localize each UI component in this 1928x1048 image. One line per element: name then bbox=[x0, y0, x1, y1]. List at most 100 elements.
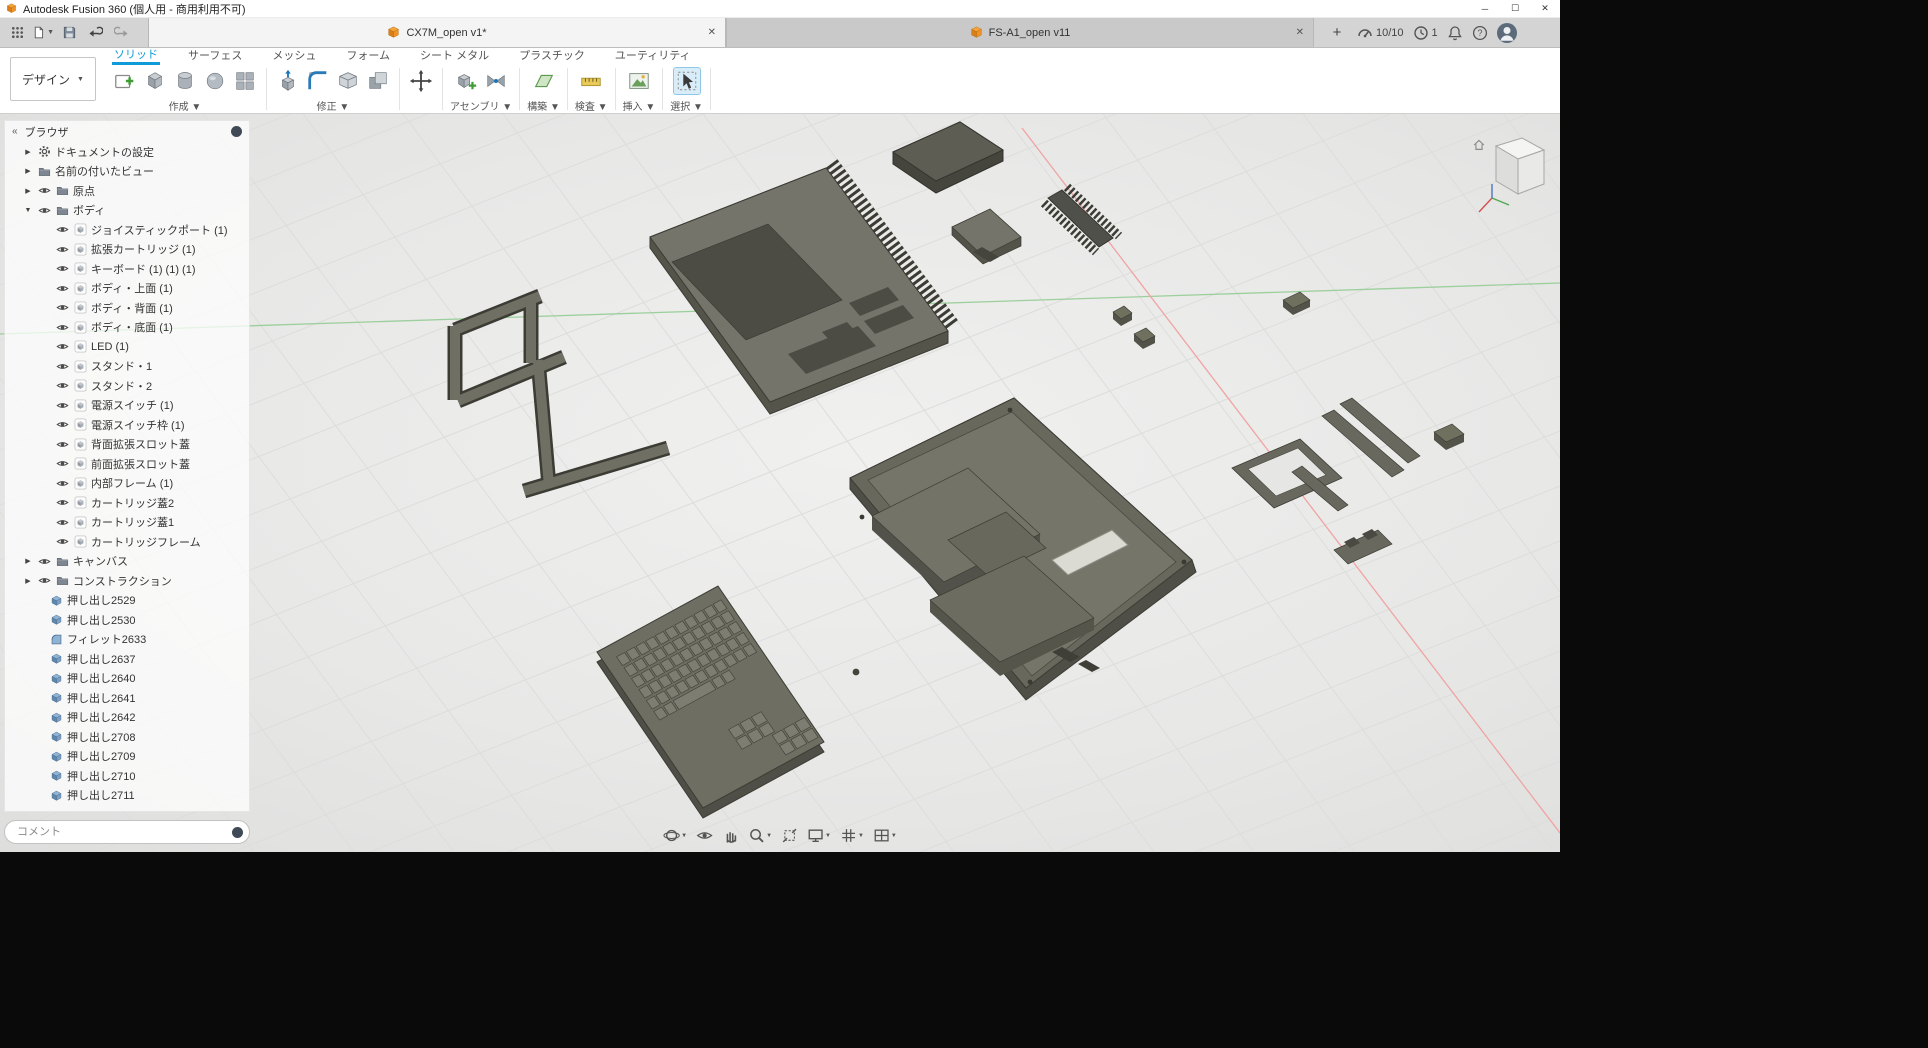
create-sketch-icon[interactable] bbox=[111, 67, 139, 95]
ribbon-tab[interactable]: ソリッド bbox=[112, 46, 160, 65]
fillet-icon[interactable] bbox=[304, 67, 332, 95]
primitive-box-icon[interactable] bbox=[141, 67, 169, 95]
feature-item[interactable]: 押し出し2710 bbox=[5, 766, 249, 786]
feature-item[interactable]: 押し出し2637 bbox=[5, 649, 249, 669]
construction-plane-icon[interactable] bbox=[530, 67, 558, 95]
ribbon-group-label[interactable]: 検査 ▼ bbox=[575, 98, 608, 113]
visibility-eye-icon[interactable] bbox=[55, 457, 69, 471]
measure-icon[interactable] bbox=[577, 67, 605, 95]
tree-item[interactable]: ジョイスティックポート (1) bbox=[5, 220, 249, 240]
grid-display-tool[interactable]: ▼ bbox=[837, 825, 867, 846]
help-icon[interactable] bbox=[1472, 25, 1488, 41]
ribbon-tab[interactable]: プラスチック bbox=[517, 47, 587, 65]
orbit-tool[interactable]: ▼ bbox=[660, 825, 690, 846]
visibility-eye-icon[interactable] bbox=[37, 184, 51, 198]
tree-item[interactable]: ▶名前の付いたビュー bbox=[5, 162, 249, 182]
tree-item[interactable]: ボディ・底面 (1) bbox=[5, 318, 249, 338]
tab-close-icon[interactable]: ✕ bbox=[1296, 27, 1304, 38]
visibility-eye-icon[interactable] bbox=[55, 515, 69, 529]
feature-item[interactable]: 押し出し2640 bbox=[5, 669, 249, 689]
visibility-eye-icon[interactable] bbox=[55, 281, 69, 295]
ribbon-group-label[interactable]: アセンブリ ▼ bbox=[450, 98, 512, 113]
tree-item[interactable]: カートリッジフレーム bbox=[5, 532, 249, 552]
look-at-tool[interactable] bbox=[693, 825, 716, 846]
combine-icon[interactable] bbox=[364, 67, 392, 95]
expand-arrow-icon[interactable]: ▶ bbox=[23, 187, 33, 195]
visibility-eye-icon[interactable] bbox=[55, 496, 69, 510]
model-body-top[interactable] bbox=[650, 164, 953, 414]
expand-arrow-icon[interactable]: ▶ bbox=[23, 577, 33, 585]
visibility-eye-icon[interactable] bbox=[55, 301, 69, 315]
model-power-switch[interactable] bbox=[952, 209, 1021, 264]
move-copy-icon[interactable] bbox=[407, 67, 435, 95]
expand-arrow-icon[interactable]: ▶ bbox=[23, 148, 33, 156]
new-component-icon[interactable] bbox=[452, 67, 480, 95]
tree-item[interactable]: ▶キャンバス bbox=[5, 552, 249, 572]
panel-options-icon[interactable] bbox=[231, 126, 242, 137]
file-menu-icon[interactable]: ▼ bbox=[32, 22, 54, 44]
viewports-tool[interactable]: ▼ bbox=[870, 825, 900, 846]
tree-item[interactable]: カートリッジ蓋2 bbox=[5, 493, 249, 513]
redo-icon[interactable] bbox=[110, 22, 132, 44]
visibility-eye-icon[interactable] bbox=[55, 262, 69, 276]
visibility-eye-icon[interactable] bbox=[55, 398, 69, 412]
model-cartridge-door[interactable] bbox=[893, 122, 1003, 193]
press-pull-icon[interactable] bbox=[274, 67, 302, 95]
visibility-eye-icon[interactable] bbox=[55, 359, 69, 373]
tree-item[interactable]: ▶原点 bbox=[5, 181, 249, 201]
expand-arrow-icon[interactable]: ▼ bbox=[23, 207, 33, 214]
primitive-cylinder-icon[interactable] bbox=[171, 67, 199, 95]
ribbon-group-label[interactable]: 作成 ▼ bbox=[169, 98, 202, 113]
select-icon[interactable] bbox=[673, 67, 701, 95]
close-button[interactable]: ✕ bbox=[1530, 0, 1560, 17]
tree-item[interactable]: ボディ・上面 (1) bbox=[5, 279, 249, 299]
3d-canvas[interactable]: « ブラウザ ▶ドキュメントの設定▶名前の付いたビュー▶原点▼ボディジョイスティ… bbox=[0, 114, 1560, 852]
ribbon-group-label[interactable]: 構築 ▼ bbox=[527, 98, 560, 113]
visibility-eye-icon[interactable] bbox=[55, 535, 69, 549]
tree-item[interactable]: ▶ドキュメントの設定 bbox=[5, 142, 249, 162]
pan-tool[interactable] bbox=[719, 825, 742, 846]
feature-item[interactable]: 押し出し2642 bbox=[5, 708, 249, 728]
bell-icon[interactable] bbox=[1447, 25, 1463, 41]
notification-status[interactable]: 1 bbox=[1413, 25, 1438, 41]
ribbon-group-label[interactable]: 選択 ▼ bbox=[670, 98, 703, 113]
feature-item[interactable]: 押し出し2530 bbox=[5, 610, 249, 630]
visibility-eye-icon[interactable] bbox=[37, 554, 51, 568]
doc-tab-cx7m[interactable]: CX7M_open v1* ✕ bbox=[148, 18, 726, 47]
ribbon-tab[interactable]: フォーム bbox=[344, 47, 392, 65]
view-cube[interactable] bbox=[1472, 124, 1554, 224]
visibility-eye-icon[interactable] bbox=[55, 223, 69, 237]
tree-item[interactable]: 電源スイッチ (1) bbox=[5, 396, 249, 416]
tree-item[interactable]: 内部フレーム (1) bbox=[5, 474, 249, 494]
model-keyboard[interactable] bbox=[597, 586, 824, 818]
ribbon-group-label[interactable]: 修正 ▼ bbox=[317, 98, 350, 113]
minimize-button[interactable]: ─ bbox=[1470, 0, 1500, 17]
undo-icon[interactable] bbox=[84, 22, 106, 44]
ribbon-tab[interactable]: メッシュ bbox=[270, 47, 318, 65]
tree-item[interactable]: ▶コンストラクション bbox=[5, 571, 249, 591]
pattern-icon[interactable] bbox=[231, 67, 259, 95]
feature-item[interactable]: 押し出し2709 bbox=[5, 747, 249, 767]
collapse-panel-icon[interactable]: « bbox=[12, 126, 18, 137]
tree-item[interactable]: カートリッジ蓋1 bbox=[5, 513, 249, 533]
maximize-button[interactable]: ☐ bbox=[1500, 0, 1530, 17]
visibility-eye-icon[interactable] bbox=[37, 574, 51, 588]
visibility-eye-icon[interactable] bbox=[55, 437, 69, 451]
model-internal-frame[interactable] bbox=[455, 296, 668, 491]
display-settings-tool[interactable]: ▼ bbox=[804, 825, 834, 846]
joint-icon[interactable] bbox=[482, 67, 510, 95]
home-icon[interactable] bbox=[1474, 140, 1484, 149]
tree-item[interactable]: ボディ・背面 (1) bbox=[5, 298, 249, 318]
fit-tool[interactable] bbox=[778, 825, 801, 846]
model-body-bottom[interactable] bbox=[850, 398, 1196, 700]
design-workspace-menu[interactable]: デザイン ▼ bbox=[10, 57, 96, 101]
model-expansion-connector[interactable] bbox=[1044, 187, 1119, 252]
tab-close-icon[interactable]: ✕ bbox=[708, 27, 716, 38]
visibility-eye-icon[interactable] bbox=[55, 418, 69, 432]
ribbon-tab[interactable]: シート メタル bbox=[418, 47, 491, 65]
visibility-eye-icon[interactable] bbox=[55, 340, 69, 354]
save-icon[interactable] bbox=[58, 22, 80, 44]
expand-arrow-icon[interactable]: ▶ bbox=[23, 557, 33, 565]
ribbon-tab[interactable]: サーフェス bbox=[186, 47, 244, 65]
visibility-eye-icon[interactable] bbox=[55, 320, 69, 334]
